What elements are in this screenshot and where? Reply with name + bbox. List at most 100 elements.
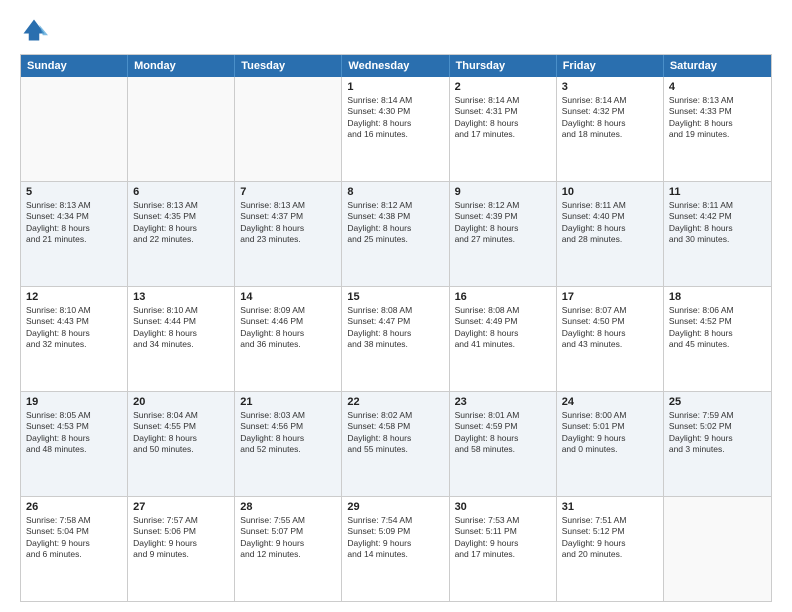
day-number: 14 bbox=[240, 291, 336, 303]
cell-info: Sunrise: 8:14 AM Sunset: 4:32 PM Dayligh… bbox=[562, 95, 658, 141]
calendar-cell: 6 Sunrise: 8:13 AM Sunset: 4:35 PM Daylig… bbox=[128, 182, 235, 286]
cell-info: Sunrise: 7:54 AM Sunset: 5:09 PM Dayligh… bbox=[347, 515, 443, 561]
calendar-cell: 4 Sunrise: 8:13 AM Sunset: 4:33 PM Daylig… bbox=[664, 77, 771, 181]
cell-info: Sunrise: 8:11 AM Sunset: 4:40 PM Dayligh… bbox=[562, 200, 658, 246]
day-number: 10 bbox=[562, 186, 658, 198]
calendar-cell: 28 Sunrise: 7:55 AM Sunset: 5:07 PM Dayli… bbox=[235, 497, 342, 601]
calendar-cell: 26 Sunrise: 7:58 AM Sunset: 5:04 PM Dayli… bbox=[21, 497, 128, 601]
day-number: 22 bbox=[347, 396, 443, 408]
calendar-cell: 14 Sunrise: 8:09 AM Sunset: 4:46 PM Dayli… bbox=[235, 287, 342, 391]
calendar-row-4: 19 Sunrise: 8:05 AM Sunset: 4:53 PM Dayli… bbox=[21, 391, 771, 496]
day-number: 25 bbox=[669, 396, 766, 408]
cell-info: Sunrise: 8:09 AM Sunset: 4:46 PM Dayligh… bbox=[240, 305, 336, 351]
cell-info: Sunrise: 7:59 AM Sunset: 5:02 PM Dayligh… bbox=[669, 410, 766, 456]
page: SundayMondayTuesdayWednesdayThursdayFrid… bbox=[0, 0, 792, 612]
cell-info: Sunrise: 8:03 AM Sunset: 4:56 PM Dayligh… bbox=[240, 410, 336, 456]
calendar-cell: 23Sunrise: 8:01 AM Sunset: 4:59 PM Dayli… bbox=[450, 392, 557, 496]
header-day-saturday: Saturday bbox=[664, 55, 771, 77]
header-day-monday: Monday bbox=[128, 55, 235, 77]
day-number: 31 bbox=[562, 501, 658, 513]
cell-info: Sunrise: 8:11 AM Sunset: 4:42 PM Dayligh… bbox=[669, 200, 766, 246]
calendar-cell: 21 Sunrise: 8:03 AM Sunset: 4:56 PM Dayli… bbox=[235, 392, 342, 496]
cell-info: Sunrise: 8:10 AM Sunset: 4:44 PM Dayligh… bbox=[133, 305, 229, 351]
header-day-sunday: Sunday bbox=[21, 55, 128, 77]
day-number: 5 bbox=[26, 186, 122, 198]
cell-info: Sunrise: 7:58 AM Sunset: 5:04 PM Dayligh… bbox=[26, 515, 122, 561]
day-number: 19 bbox=[26, 396, 122, 408]
cell-info: Sunrise: 8:00 AM Sunset: 5:01 PM Dayligh… bbox=[562, 410, 658, 456]
calendar-cell: 3 Sunrise: 8:14 AM Sunset: 4:32 PM Daylig… bbox=[557, 77, 664, 181]
calendar-cell: 7Sunrise: 8:13 AM Sunset: 4:37 PM Daylig… bbox=[235, 182, 342, 286]
cell-info: Sunrise: 8:10 AM Sunset: 4:43 PM Dayligh… bbox=[26, 305, 122, 351]
day-number: 15 bbox=[347, 291, 443, 303]
calendar-cell: 27 Sunrise: 7:57 AM Sunset: 5:06 PM Dayli… bbox=[128, 497, 235, 601]
calendar-row-5: 26 Sunrise: 7:58 AM Sunset: 5:04 PM Dayli… bbox=[21, 496, 771, 601]
day-number: 13 bbox=[133, 291, 229, 303]
calendar-cell: 8 Sunrise: 8:12 AM Sunset: 4:38 PM Daylig… bbox=[342, 182, 449, 286]
cell-info: Sunrise: 7:51 AM Sunset: 5:12 PM Dayligh… bbox=[562, 515, 658, 561]
day-number: 9 bbox=[455, 186, 551, 198]
calendar-cell: 29 Sunrise: 7:54 AM Sunset: 5:09 PM Dayli… bbox=[342, 497, 449, 601]
cell-info: Sunrise: 8:12 AM Sunset: 4:38 PM Dayligh… bbox=[347, 200, 443, 246]
day-number: 29 bbox=[347, 501, 443, 513]
calendar-body: 1 Sunrise: 8:14 AM Sunset: 4:30 PM Daylig… bbox=[21, 77, 771, 601]
day-number: 17 bbox=[562, 291, 658, 303]
calendar-cell: 5Sunrise: 8:13 AM Sunset: 4:34 PM Daylig… bbox=[21, 182, 128, 286]
cell-info: Sunrise: 8:01 AM Sunset: 4:59 PM Dayligh… bbox=[455, 410, 551, 456]
day-number: 8 bbox=[347, 186, 443, 198]
calendar-cell: 10 Sunrise: 8:11 AM Sunset: 4:40 PM Dayli… bbox=[557, 182, 664, 286]
logo bbox=[20, 16, 52, 44]
day-number: 21 bbox=[240, 396, 336, 408]
logo-icon bbox=[20, 16, 48, 44]
cell-info: Sunrise: 7:55 AM Sunset: 5:07 PM Dayligh… bbox=[240, 515, 336, 561]
cell-info: Sunrise: 7:57 AM Sunset: 5:06 PM Dayligh… bbox=[133, 515, 229, 561]
calendar-cell: 15 Sunrise: 8:08 AM Sunset: 4:47 PM Dayli… bbox=[342, 287, 449, 391]
day-number: 11 bbox=[669, 186, 766, 198]
day-number: 20 bbox=[133, 396, 229, 408]
cell-info: Sunrise: 8:14 AM Sunset: 4:30 PM Dayligh… bbox=[347, 95, 443, 141]
day-number: 3 bbox=[562, 81, 658, 93]
calendar: SundayMondayTuesdayWednesdayThursdayFrid… bbox=[20, 54, 772, 602]
header-day-thursday: Thursday bbox=[450, 55, 557, 77]
day-number: 4 bbox=[669, 81, 766, 93]
cell-info: Sunrise: 8:02 AM Sunset: 4:58 PM Dayligh… bbox=[347, 410, 443, 456]
day-number: 1 bbox=[347, 81, 443, 93]
cell-info: Sunrise: 8:08 AM Sunset: 4:49 PM Dayligh… bbox=[455, 305, 551, 351]
day-number: 30 bbox=[455, 501, 551, 513]
calendar-row-1: 1 Sunrise: 8:14 AM Sunset: 4:30 PM Daylig… bbox=[21, 77, 771, 181]
cell-info: Sunrise: 8:06 AM Sunset: 4:52 PM Dayligh… bbox=[669, 305, 766, 351]
calendar-cell: 17 Sunrise: 8:07 AM Sunset: 4:50 PM Dayli… bbox=[557, 287, 664, 391]
header-day-tuesday: Tuesday bbox=[235, 55, 342, 77]
cell-info: Sunrise: 8:14 AM Sunset: 4:31 PM Dayligh… bbox=[455, 95, 551, 141]
day-number: 28 bbox=[240, 501, 336, 513]
calendar-cell: 19 Sunrise: 8:05 AM Sunset: 4:53 PM Dayli… bbox=[21, 392, 128, 496]
calendar-cell: 18 Sunrise: 8:06 AM Sunset: 4:52 PM Dayli… bbox=[664, 287, 771, 391]
day-number: 6 bbox=[133, 186, 229, 198]
cell-info: Sunrise: 8:13 AM Sunset: 4:33 PM Dayligh… bbox=[669, 95, 766, 141]
day-number: 12 bbox=[26, 291, 122, 303]
day-number: 16 bbox=[455, 291, 551, 303]
cell-info: Sunrise: 8:13 AM Sunset: 4:35 PM Dayligh… bbox=[133, 200, 229, 246]
calendar-cell: 11 Sunrise: 8:11 AM Sunset: 4:42 PM Dayli… bbox=[664, 182, 771, 286]
calendar-row-2: 5Sunrise: 8:13 AM Sunset: 4:34 PM Daylig… bbox=[21, 181, 771, 286]
cell-info: Sunrise: 8:05 AM Sunset: 4:53 PM Dayligh… bbox=[26, 410, 122, 456]
day-number: 18 bbox=[669, 291, 766, 303]
cell-info: Sunrise: 8:08 AM Sunset: 4:47 PM Dayligh… bbox=[347, 305, 443, 351]
day-number: 2 bbox=[455, 81, 551, 93]
calendar-cell: 16 Sunrise: 8:08 AM Sunset: 4:49 PM Dayli… bbox=[450, 287, 557, 391]
calendar-cell: 1 Sunrise: 8:14 AM Sunset: 4:30 PM Daylig… bbox=[342, 77, 449, 181]
cell-info: Sunrise: 8:12 AM Sunset: 4:39 PM Dayligh… bbox=[455, 200, 551, 246]
header-day-friday: Friday bbox=[557, 55, 664, 77]
calendar-row-3: 12 Sunrise: 8:10 AM Sunset: 4:43 PM Dayli… bbox=[21, 286, 771, 391]
calendar-cell bbox=[128, 77, 235, 181]
calendar-cell: 31 Sunrise: 7:51 AM Sunset: 5:12 PM Dayli… bbox=[557, 497, 664, 601]
day-number: 27 bbox=[133, 501, 229, 513]
calendar-cell bbox=[664, 497, 771, 601]
calendar-cell: 30 Sunrise: 7:53 AM Sunset: 5:11 PM Dayli… bbox=[450, 497, 557, 601]
calendar-cell: 13 Sunrise: 8:10 AM Sunset: 4:44 PM Dayli… bbox=[128, 287, 235, 391]
cell-info: Sunrise: 7:53 AM Sunset: 5:11 PM Dayligh… bbox=[455, 515, 551, 561]
cell-info: Sunrise: 8:13 AM Sunset: 4:37 PM Dayligh… bbox=[240, 200, 336, 246]
day-number: 26 bbox=[26, 501, 122, 513]
header bbox=[20, 16, 772, 44]
cell-info: Sunrise: 8:07 AM Sunset: 4:50 PM Dayligh… bbox=[562, 305, 658, 351]
